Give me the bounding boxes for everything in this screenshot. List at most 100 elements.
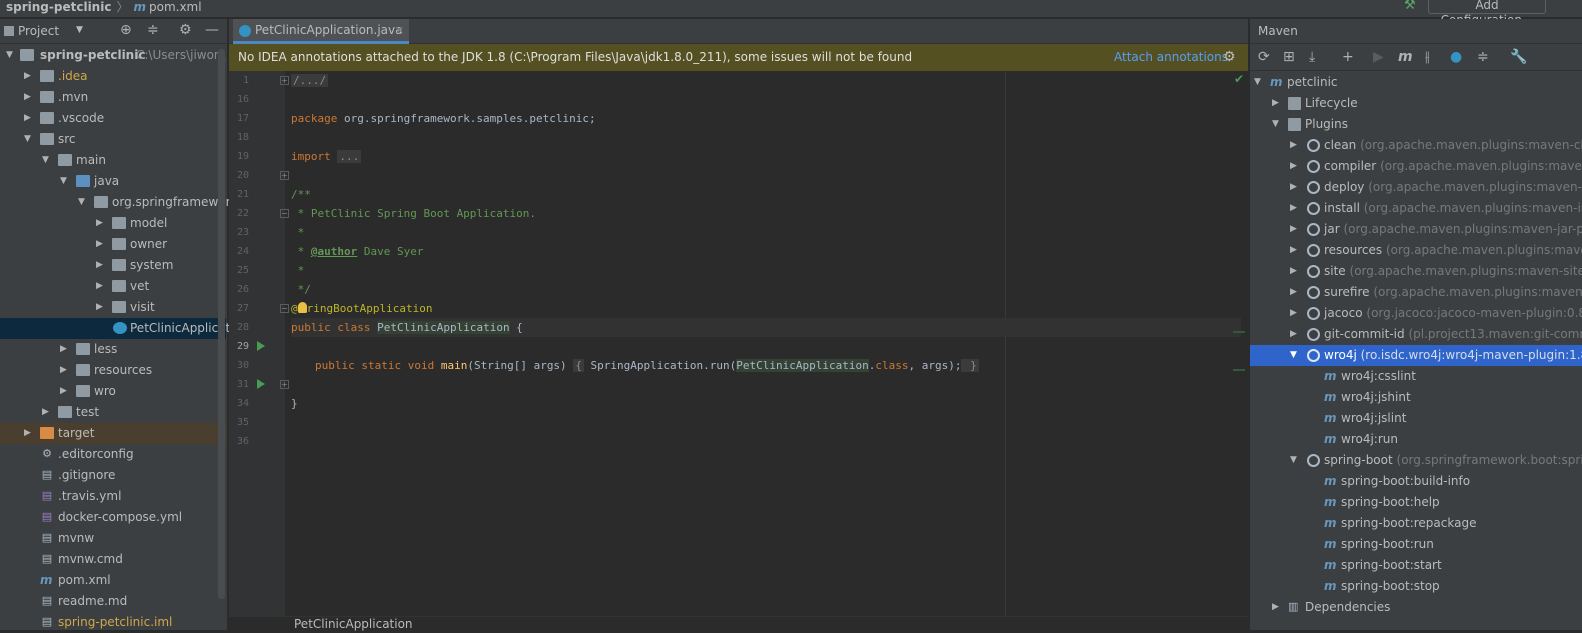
execute-goal-icon[interactable]: m [1398,49,1413,65]
chevron-down-icon[interactable]: ▼ [1290,345,1297,366]
chevron-down-icon[interactable]: ▼ [24,129,34,150]
fold-icon[interactable]: − [280,304,289,313]
chevron-right-icon[interactable]: ▶ [1290,135,1297,156]
tree-item-docker-compose[interactable]: ▤ docker-compose.yml [0,507,226,528]
locate-icon[interactable]: ⊕ [120,22,132,38]
maven-goal[interactable]: m spring-boot:start [1250,555,1582,576]
maven-plugin-site[interactable]: ▶ site (org.apache.maven.plugins:maven-s… [1250,261,1582,282]
chevron-right-icon[interactable]: ▶ [96,255,106,276]
maven-plugin-resources[interactable]: ▶ resources (org.apache.maven.plugins:ma… [1250,240,1582,261]
maven-plugin-spring-boot[interactable]: ▼ spring-boot (org.springframework.boot:… [1250,450,1582,471]
maven-goal[interactable]: m spring-boot:help [1250,492,1582,513]
chevron-right-icon[interactable]: ▶ [1290,219,1297,240]
collapse-all-icon[interactable]: ≑ [1477,49,1489,65]
chevron-right-icon[interactable]: ▶ [1290,303,1297,324]
maven-plugin-jacoco[interactable]: ▶ jacoco (org.jacoco:jacoco-maven-plugin… [1250,303,1582,324]
close-icon[interactable]: ✕ [395,19,404,42]
maven-goal[interactable]: m wro4j:jshint [1250,387,1582,408]
tree-item-mvnw[interactable]: ▤ mvnw [0,528,226,549]
chevron-right-icon[interactable]: ▶ [42,402,52,423]
maven-goal[interactable]: m wro4j:csslint [1250,366,1582,387]
tree-item-target[interactable]: ▶ target [0,423,226,444]
chevron-right-icon[interactable]: ▶ [1290,282,1297,303]
run-icon[interactable] [257,341,265,351]
maven-plugin-install[interactable]: ▶ install (org.apache.maven.plugins:mave… [1250,198,1582,219]
tree-item-travis[interactable]: ▤ .travis.yml [0,486,226,507]
chevron-right-icon[interactable]: ▶ [24,423,34,444]
tree-item-wro[interactable]: ▶ wro [0,381,226,402]
attach-annotations-link[interactable]: Attach annotations [1114,44,1228,71]
chevron-right-icon[interactable]: ▶ [1290,261,1297,282]
maven-project-node[interactable]: ▼ m petclinic [1250,72,1582,93]
maven-plugin-jar[interactable]: ▶ jar (org.apache.maven.plugins:maven-ja… [1250,219,1582,240]
breadcrumb-file[interactable]: pom.xml [149,0,202,14]
tree-item-system[interactable]: ▶ system [0,255,226,276]
run-icon[interactable] [257,379,265,389]
maven-goal[interactable]: m wro4j:jslint [1250,408,1582,429]
chevron-right-icon[interactable]: ▶ [60,381,70,402]
maven-goal[interactable]: m spring-boot:repackage [1250,513,1582,534]
reload-icon[interactable]: ⟳ [1258,49,1270,65]
maven-dependencies-node[interactable]: ▶ ▥ Dependencies [1250,597,1582,618]
tree-item-package[interactable]: ▼ org.springframework.s [0,192,248,213]
fold-icon[interactable]: + [280,171,289,180]
fold-icon[interactable]: + [280,380,289,389]
toggle-offline-icon[interactable]: ⫲ [1425,49,1430,65]
chevron-down-icon[interactable]: ▼ [76,25,83,35]
tree-item-owner[interactable]: ▶ owner [0,234,226,255]
error-stripe-mark[interactable] [1233,369,1245,371]
tree-item-gitignore[interactable]: ▤ .gitignore [0,465,226,486]
tree-item-mvnw-cmd[interactable]: ▤ mvnw.cmd [0,549,226,570]
tree-item-root[interactable]: ▼ spring-petclinic C:\Users\jiwon\ [0,45,226,66]
chevron-right-icon[interactable]: ▶ [1290,324,1297,345]
maven-plugin-surefire[interactable]: ▶ surefire (org.apache.maven.plugins:mav… [1250,282,1582,303]
tree-item-test[interactable]: ▶ test [0,402,226,423]
tree-item-idea[interactable]: ▶ .idea [0,66,226,87]
chevron-right-icon[interactable]: ▶ [1290,198,1297,219]
folded-region[interactable]: ... [337,150,362,163]
fold-icon[interactable]: − [280,209,289,218]
gear-icon[interactable]: ⚙ [1223,44,1236,71]
add-icon[interactable]: + [1342,49,1354,65]
maven-plugin-compiler[interactable]: ▶ compiler (org.apache.maven.plugins:mav… [1250,156,1582,177]
maven-plugin-clean[interactable]: ▶ clean (org.apache.maven.plugins:maven-… [1250,135,1582,156]
run-icon[interactable]: ▶ [1373,49,1384,65]
tree-item-mvn[interactable]: ▶ .mvn [0,87,226,108]
maven-goal[interactable]: m wro4j:run [1250,429,1582,450]
maven-goal[interactable]: m spring-boot:build-info [1250,471,1582,492]
chevron-right-icon[interactable]: ▶ [1272,93,1279,114]
maven-goal[interactable]: m spring-boot:run [1250,534,1582,555]
tree-item-visit[interactable]: ▶ visit [0,297,226,318]
chevron-down-icon[interactable]: ▼ [1254,72,1261,93]
chevron-right-icon[interactable]: ▶ [1290,240,1297,261]
tree-item-pom[interactable]: m pom.xml [0,570,226,591]
chevron-right-icon[interactable]: ▶ [96,213,106,234]
lightbulb-icon[interactable] [297,302,307,313]
build-hammer-icon[interactable]: ⚒ [1404,0,1416,12]
wrench-icon[interactable]: 🔧 [1510,49,1527,65]
chevron-right-icon[interactable]: ▶ [96,234,106,255]
hide-panel-icon[interactable]: — [205,22,219,38]
chevron-down-icon[interactable]: ▼ [60,171,70,192]
tree-item-model[interactable]: ▶ model [0,213,226,234]
tree-item-less[interactable]: ▶ less [0,339,226,360]
tab-petclinic-application[interactable]: PetClinicApplication.java ✕ [233,19,409,44]
maven-plugin-git-commit-id[interactable]: ▶ git-commit-id (pl.project13.maven:git-… [1250,324,1582,345]
chevron-down-icon[interactable]: ▼ [42,150,52,171]
chevron-right-icon[interactable]: ▶ [24,87,34,108]
add-configuration-button[interactable]: Add Configuration... [1428,0,1546,27]
chevron-right-icon[interactable]: ▶ [96,276,106,297]
tree-item-src[interactable]: ▼ src [0,129,226,150]
tree-item-readme[interactable]: ▤ readme.md [0,591,226,612]
gear-icon[interactable]: ⚙ [179,22,192,38]
project-view-selector[interactable]: Project [18,24,59,38]
tree-item-java[interactable]: ▼ java [0,171,226,192]
maven-plugins-node[interactable]: ▼ Plugins [1250,114,1582,135]
tree-item-editorconfig[interactable]: ⚙ .editorconfig [0,444,226,465]
breadcrumb-project[interactable]: spring-petclinic [6,0,111,14]
tree-item-vscode[interactable]: ▶ .vscode [0,108,226,129]
tree-item-resources[interactable]: ▶ resources [0,360,226,381]
chevron-right-icon[interactable]: ▶ [60,339,70,360]
chevron-right-icon[interactable]: ▶ [1272,597,1279,618]
chevron-right-icon[interactable]: ▶ [1290,156,1297,177]
